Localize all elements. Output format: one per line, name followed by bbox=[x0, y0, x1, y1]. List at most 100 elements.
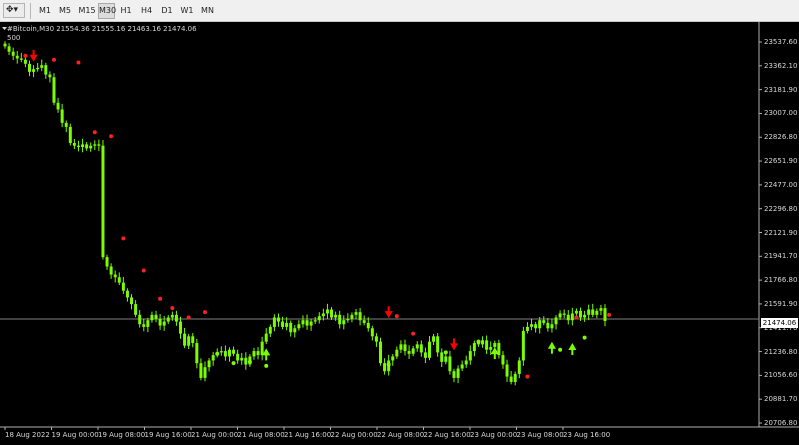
candle-body bbox=[19, 58, 23, 60]
candle-body bbox=[338, 314, 342, 325]
signal-dot-red bbox=[158, 296, 163, 301]
candle-body bbox=[448, 356, 452, 372]
price-tick-label: 22121.90 bbox=[764, 228, 798, 237]
time-tick-label: 21 Aug 08:00 bbox=[237, 431, 285, 439]
candle-body bbox=[485, 340, 489, 350]
candle-body bbox=[468, 351, 472, 361]
price-tick-label: 22651.90 bbox=[764, 157, 798, 166]
candle-body bbox=[517, 360, 521, 374]
sell-arrow-icon bbox=[29, 54, 38, 62]
candle-body bbox=[272, 317, 276, 327]
crosshair-dropdown-icon[interactable]: ✥▾ bbox=[3, 3, 25, 18]
signal-dot-green bbox=[582, 335, 587, 340]
candle-body bbox=[146, 320, 150, 327]
candle-body bbox=[436, 336, 440, 353]
candle-body bbox=[444, 356, 448, 362]
signal-dot-red bbox=[525, 374, 530, 379]
signal-dot-red bbox=[203, 310, 207, 315]
price-tick-label: 21591.90 bbox=[764, 299, 798, 308]
price-chart[interactable]: #Bitcoin,M30 21554.36 21555.16 21463.16 … bbox=[0, 22, 799, 445]
time-tick-label: 23 Aug 00:00 bbox=[470, 431, 518, 439]
candle-body bbox=[391, 356, 395, 361]
candle-body bbox=[583, 314, 587, 318]
candle-body bbox=[211, 355, 215, 361]
price-tick-label: 21236.80 bbox=[764, 347, 798, 356]
candle-body bbox=[354, 312, 358, 315]
candle-body bbox=[113, 274, 117, 278]
signal-dot-red bbox=[607, 312, 612, 317]
candle-body bbox=[432, 336, 436, 342]
candle-body bbox=[452, 371, 456, 378]
timeframe-w1[interactable]: W1 bbox=[179, 3, 195, 19]
candle-body bbox=[379, 341, 383, 364]
candle-body bbox=[599, 308, 603, 311]
candle-body bbox=[85, 144, 89, 149]
toolbar-separator bbox=[30, 3, 31, 19]
timeframe-m5[interactable]: M5 bbox=[56, 3, 74, 19]
candle-body bbox=[550, 324, 554, 329]
candle-body bbox=[68, 126, 72, 144]
candle-body bbox=[289, 322, 293, 333]
candle-body bbox=[456, 368, 460, 378]
time-tick-label: 23 Aug 08:00 bbox=[516, 431, 564, 439]
candle-body bbox=[150, 314, 154, 321]
timeframe-m15[interactable]: M15 bbox=[77, 3, 97, 19]
signal-dot-red bbox=[394, 314, 399, 319]
price-tick-label: 23362.10 bbox=[764, 61, 798, 70]
candle-body bbox=[179, 321, 183, 334]
signal-dot-red bbox=[186, 315, 191, 320]
timeframe-d1[interactable]: D1 bbox=[159, 3, 175, 19]
candle-body bbox=[264, 333, 268, 342]
candle-body bbox=[554, 317, 558, 325]
signal-dot-red bbox=[121, 236, 126, 241]
candle-body bbox=[493, 343, 497, 348]
candle-body bbox=[281, 321, 285, 327]
candle-body bbox=[48, 74, 52, 78]
candle-body bbox=[89, 145, 93, 149]
timeframe-h4[interactable]: H4 bbox=[138, 3, 155, 19]
candle-body bbox=[187, 336, 191, 346]
candle-body bbox=[358, 312, 362, 321]
candle-body bbox=[321, 313, 325, 317]
candle-body bbox=[191, 336, 195, 344]
candle-body bbox=[40, 65, 44, 68]
candle-body bbox=[415, 344, 419, 349]
timeframe-toolbar: ✥▾ M1 M5 M15 M30 H1 H4 D1 W1 MN bbox=[0, 0, 799, 22]
timeframe-m1[interactable]: M1 bbox=[36, 3, 54, 19]
time-tick-label: 19 Aug 16:00 bbox=[144, 431, 192, 439]
candle-body bbox=[513, 373, 517, 382]
candle-body bbox=[52, 77, 56, 103]
candle-body bbox=[285, 322, 289, 327]
candle-body bbox=[305, 320, 309, 326]
candle-body bbox=[297, 324, 301, 329]
buy-arrow-icon bbox=[568, 343, 577, 351]
candle-body bbox=[603, 308, 607, 322]
candle-body bbox=[60, 109, 64, 123]
candle-body bbox=[481, 340, 485, 345]
candle-body bbox=[403, 344, 407, 352]
candle-body bbox=[195, 343, 199, 364]
candle-body bbox=[7, 46, 11, 52]
timeframe-mn[interactable]: MN bbox=[199, 3, 216, 19]
time-tick-label: 21 Aug 00:00 bbox=[191, 431, 239, 439]
candle-body bbox=[334, 314, 338, 318]
timeframe-m30[interactable]: M30 bbox=[98, 3, 116, 19]
candle-body bbox=[105, 257, 109, 267]
candle-body bbox=[154, 314, 158, 319]
candle-body bbox=[501, 355, 505, 365]
candle-body bbox=[534, 324, 538, 329]
candle-body bbox=[342, 320, 346, 325]
candle-body bbox=[260, 341, 264, 356]
candle-body bbox=[27, 63, 31, 72]
candle-body bbox=[505, 364, 509, 377]
candle-body bbox=[252, 351, 256, 357]
candle-body bbox=[76, 145, 80, 148]
price-tick-label: 21766.80 bbox=[764, 276, 798, 285]
time-tick-label: 18 Aug 2022 bbox=[5, 431, 50, 439]
candle-body bbox=[566, 314, 570, 321]
time-tick-label: 22 Aug 00:00 bbox=[330, 431, 378, 439]
signal-dot-red bbox=[92, 130, 97, 135]
candle-body bbox=[232, 349, 236, 354]
candle-body bbox=[293, 328, 297, 333]
timeframe-h1[interactable]: H1 bbox=[118, 3, 134, 19]
